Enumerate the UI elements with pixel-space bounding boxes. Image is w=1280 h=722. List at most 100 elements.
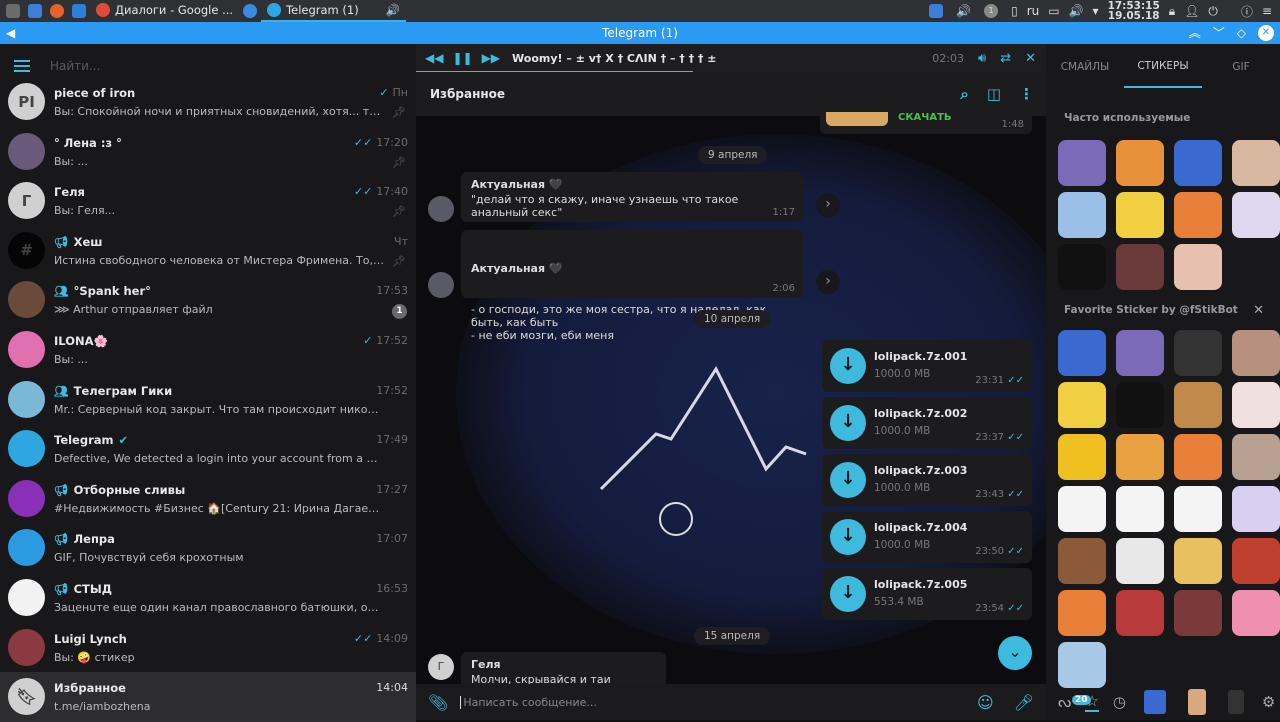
sticker-pack-thumb[interactable]	[1227, 690, 1244, 714]
repeat-icon[interactable]: ⇄	[1000, 51, 1011, 66]
chat-row[interactable]: Г Геля Вы: Геля... ✓✓ 17:40 📌︎	[0, 176, 416, 226]
alert-icon[interactable]: ⓘ	[1241, 3, 1253, 20]
chat-row[interactable]: Luigi Lynch Вы: 🤪 стикер ✓✓ 14:09	[0, 623, 416, 673]
sticker[interactable]	[1058, 590, 1106, 636]
search-input[interactable]: Найти...	[50, 59, 100, 73]
sticker[interactable]	[1116, 244, 1164, 290]
sticker[interactable]	[1174, 192, 1222, 238]
sticker[interactable]	[1174, 140, 1222, 186]
attach-icon[interactable]: 📎︎	[428, 693, 448, 712]
sticker[interactable]	[1232, 434, 1280, 480]
recent-icon[interactable]: ◷	[1113, 693, 1126, 711]
sticker[interactable]	[1058, 486, 1106, 532]
sticker[interactable]	[1116, 434, 1164, 480]
task-chrome[interactable]: Диалоги - Google ...	[90, 0, 239, 22]
settings-icon[interactable]: ⚙	[1262, 693, 1275, 711]
sticker[interactable]	[1232, 590, 1280, 636]
sticker[interactable]	[1174, 590, 1222, 636]
network-icon[interactable]: ▭	[1048, 4, 1059, 18]
clock[interactable]: 17:53:15 19.05.18	[1108, 1, 1160, 22]
sticker-pack-thumb[interactable]	[1143, 690, 1166, 714]
sender-avatar[interactable]: Г	[428, 654, 454, 680]
sticker[interactable]	[1232, 382, 1280, 428]
folder-icon[interactable]	[72, 4, 86, 18]
sticker[interactable]	[1174, 434, 1222, 480]
download-icon[interactable]: ↓	[830, 576, 866, 612]
check-app-icon[interactable]	[243, 4, 258, 18]
scroll-down-button[interactable]: ⌄	[998, 636, 1032, 670]
hamburger-menu-icon[interactable]	[14, 60, 30, 72]
sticker[interactable]	[1174, 382, 1222, 428]
sticker[interactable]	[1058, 140, 1106, 186]
sticker[interactable]	[1232, 538, 1280, 584]
menu-icon[interactable]: ≡	[1262, 4, 1272, 18]
sticker[interactable]	[1116, 192, 1164, 238]
chat-row[interactable]: ° Лена :з ° Вы: ... ✓✓ 17:20 📌︎	[0, 127, 416, 177]
sticker[interactable]	[1058, 382, 1106, 428]
volume-icon[interactable]: 🔊︎	[978, 51, 986, 66]
chat-row[interactable]: 📢︎ СТЫД Заценuте еще один канал православн…	[0, 573, 416, 623]
chat-row[interactable]: 👥︎ Телеграм Гики Mr.: Серверный код закрыт…	[0, 375, 416, 425]
forward-button[interactable]: ›	[816, 193, 840, 217]
chat-row[interactable]: Telegram ✔ Defective, We detected a login …	[0, 424, 416, 474]
chat-row[interactable]: 📢︎ Лепра GIF, Почувствуй себя крохотным 17:…	[0, 523, 416, 573]
power-icon[interactable]: ⏻	[1208, 4, 1218, 19]
forward-button[interactable]: ›	[816, 270, 840, 294]
sticker[interactable]	[1116, 382, 1164, 428]
tab-emoji[interactable]: СМАЙЛЫ	[1046, 44, 1124, 88]
sticker[interactable]	[1058, 642, 1106, 688]
file-name[interactable]: lolipack.7z.005	[874, 578, 967, 591]
sticker[interactable]	[1174, 244, 1222, 290]
tab-gif[interactable]: GIF	[1202, 44, 1280, 88]
sticker[interactable]	[1232, 140, 1280, 186]
sticker[interactable]	[1174, 486, 1222, 532]
sender-avatar[interactable]	[428, 272, 454, 298]
close-window-icon[interactable]: ✕	[1258, 25, 1274, 41]
remove-pack-icon[interactable]: ✕	[1253, 303, 1264, 318]
chat-row[interactable]: ILONA🌸 Вы: ... ✓ 17:52	[0, 325, 416, 375]
microphone-icon[interactable]: 🎤︎	[1014, 693, 1034, 712]
firefox-icon[interactable]	[50, 4, 64, 18]
chat-row[interactable]: 🔖︎ Избранное t.me/iambozhena 14:04	[0, 672, 416, 722]
download-icon[interactable]: ↓	[830, 519, 866, 555]
task-telegram[interactable]: Telegram (1) 🔊	[261, 0, 407, 22]
volume-icon[interactable]: 🔊	[956, 4, 971, 18]
sticker[interactable]	[1058, 192, 1106, 238]
more-icon[interactable]: ⋮	[1019, 85, 1034, 103]
sticker[interactable]	[1058, 434, 1106, 480]
chat-row[interactable]: # 📢︎ Хеш Истина свободного человека от Мист…	[0, 226, 416, 276]
chat-row[interactable]: 📢︎ Отборные сливы #Недвижимость #Бизнес 🏠[…	[0, 474, 416, 524]
tab-stickers[interactable]: СТИКЕРЫ	[1124, 44, 1202, 88]
previous-track-icon[interactable]: ◀◀	[425, 51, 443, 65]
sticker[interactable]	[1116, 538, 1164, 584]
download-icon[interactable]: ↓	[830, 462, 866, 498]
sticker[interactable]	[1116, 486, 1164, 532]
app-launcher-icon[interactable]	[6, 4, 20, 18]
sticker[interactable]	[1058, 330, 1106, 376]
sender-avatar[interactable]	[428, 196, 454, 222]
message-input[interactable]: Написать сообщение...	[460, 695, 597, 709]
sticker[interactable]	[1232, 330, 1280, 376]
keep-above-icon[interactable]: ︽	[1189, 22, 1201, 44]
sticker[interactable]	[1116, 590, 1164, 636]
close-player-icon[interactable]: ✕	[1025, 51, 1036, 66]
emoji-icon[interactable]: ☺	[977, 693, 994, 712]
file-manager-icon[interactable]	[28, 4, 42, 18]
lock-icon[interactable]: 🔒︎	[1169, 4, 1175, 19]
sticker-pack-thumb[interactable]	[1187, 689, 1206, 715]
sticker[interactable]	[1116, 330, 1164, 376]
sticker[interactable]	[1174, 330, 1222, 376]
chat-row[interactable]: PI piece of iron Вы: Спокойной ночи и прия…	[0, 77, 416, 127]
notification-count[interactable]: 1	[984, 4, 999, 18]
file-name[interactable]: lolipack.7z.004	[874, 521, 967, 534]
usb-icon[interactable]: ▯	[1011, 4, 1018, 18]
chat-row[interactable]: 👥︎ °Spank her° ⋙ Arthur отправляет файл 17:…	[0, 275, 416, 325]
trending-icon[interactable]: ᔓ 20	[1058, 693, 1091, 711]
volume-icon-2[interactable]: 🔊	[1069, 4, 1084, 18]
sticker[interactable]	[1058, 538, 1106, 584]
tray-expand-icon[interactable]: ▾	[1093, 4, 1099, 18]
download-link[interactable]: СКАЧАТЬ	[898, 112, 952, 123]
search-icon[interactable]: ⌕	[960, 85, 968, 103]
maximize-icon[interactable]: ◇	[1237, 22, 1246, 44]
switch-user-icon[interactable]: 👤︎	[1184, 4, 1199, 18]
